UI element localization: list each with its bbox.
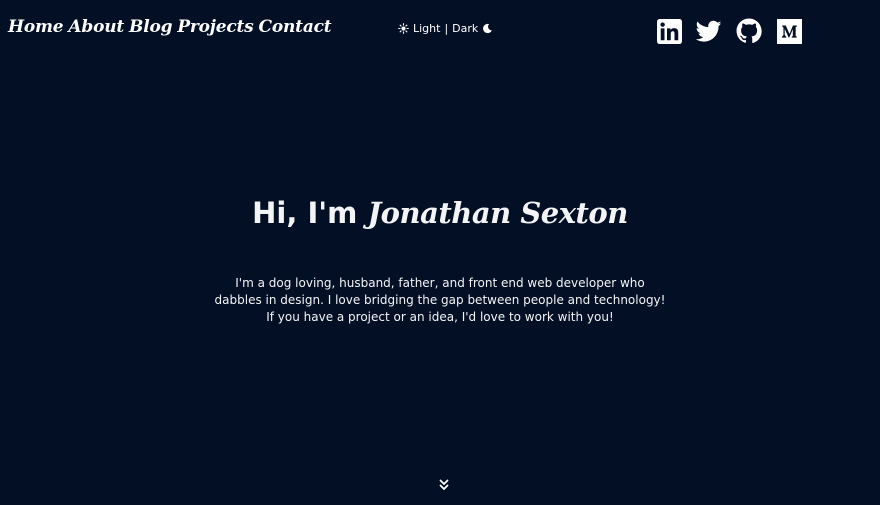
social-links	[656, 18, 802, 44]
nav-projects-link[interactable]: Projects	[177, 17, 253, 37]
nav-about-link[interactable]: About	[68, 17, 124, 37]
light-mode-option[interactable]: Light	[413, 22, 440, 35]
theme-separator: |	[444, 22, 449, 35]
github-icon[interactable]	[736, 18, 762, 44]
main-nav: Home About Blog Projects Contact	[8, 17, 332, 37]
double-chevron-down-icon[interactable]	[437, 478, 451, 492]
nav-home-link[interactable]: Home	[8, 17, 64, 37]
linkedin-icon[interactable]	[656, 18, 682, 44]
hero-greeting: Hi, I'm	[252, 196, 368, 230]
theme-toggle: Light | Dark	[398, 22, 493, 35]
hero-name: Jonathan Sexton	[367, 196, 628, 230]
sun-icon	[398, 23, 409, 34]
page: Home About Blog Projects Contact Light |…	[0, 0, 880, 505]
top-bar: Home About Blog Projects Contact Light |…	[0, 0, 880, 62]
nav-blog-link[interactable]: Blog	[129, 17, 172, 37]
dark-mode-option[interactable]: Dark	[452, 22, 478, 35]
hero-title: Hi, I'm Jonathan Sexton	[0, 196, 880, 230]
nav-contact-link[interactable]: Contact	[259, 17, 332, 37]
twitter-icon[interactable]	[696, 18, 722, 44]
moon-icon	[482, 23, 493, 34]
hero-bio: I'm a dog loving, husband, father, and f…	[214, 276, 666, 324]
medium-icon[interactable]	[776, 18, 802, 44]
